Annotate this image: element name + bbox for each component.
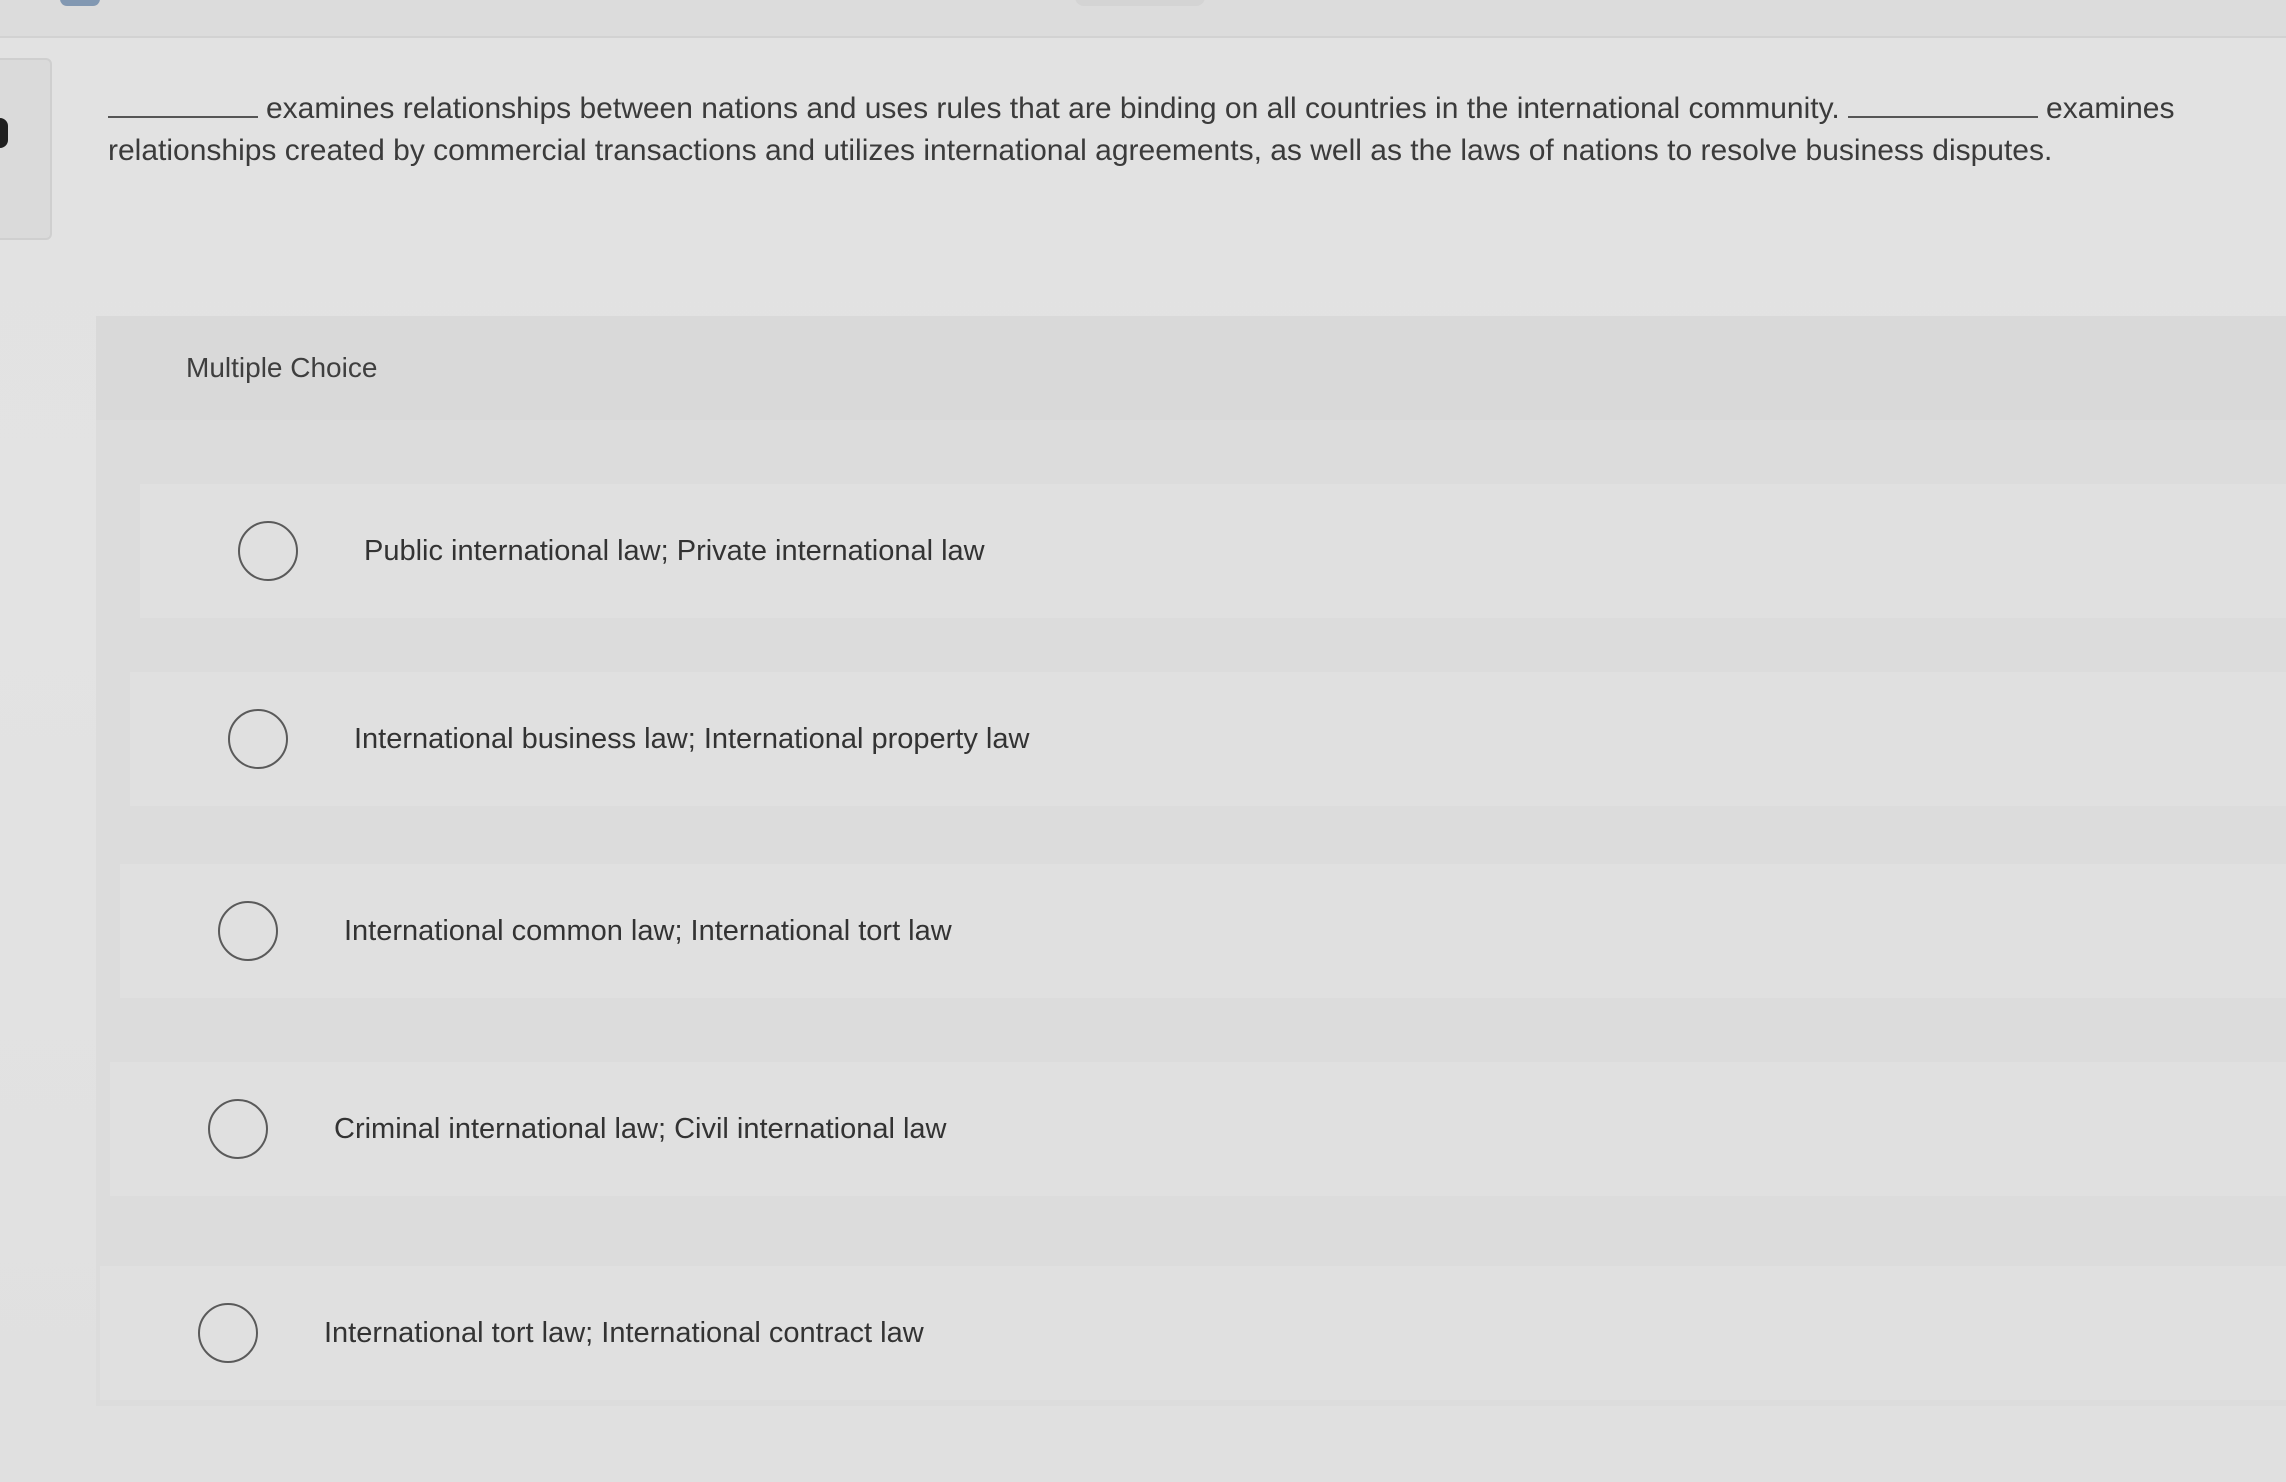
- option-1-label: Public international law; Private intern…: [364, 535, 985, 567]
- radio-button-icon[interactable]: [238, 521, 298, 581]
- side-panel-edge[interactable]: [0, 58, 52, 240]
- option-4-label: Criminal international law; Civil intern…: [334, 1113, 947, 1145]
- radio-button-icon[interactable]: [208, 1099, 268, 1159]
- option-5[interactable]: International tort law; International co…: [100, 1266, 2286, 1400]
- option-2[interactable]: International business law; Internationa…: [130, 672, 2286, 806]
- question-text: examines relationships between nations a…: [108, 88, 2248, 172]
- blank-line-1: [108, 88, 258, 118]
- radio-button-icon[interactable]: [198, 1303, 258, 1363]
- option-4[interactable]: Criminal international law; Civil intern…: [110, 1062, 2286, 1196]
- option-2-label: International business law; Internationa…: [354, 723, 1030, 755]
- multiple-choice-panel: Multiple Choice Public international law…: [96, 316, 2286, 1406]
- radio-button-icon[interactable]: [218, 901, 278, 961]
- top-indicator: [60, 0, 100, 6]
- option-1[interactable]: Public international law; Private intern…: [140, 484, 2286, 618]
- top-bar: [0, 0, 2286, 38]
- radio-button-icon[interactable]: [228, 709, 288, 769]
- panel-label: Multiple Choice: [186, 352, 378, 383]
- page: examines relationships between nations a…: [0, 0, 2286, 1482]
- option-3-label: International common law; International …: [344, 915, 952, 947]
- side-marker: [0, 118, 8, 148]
- option-5-label: International tort law; International co…: [324, 1317, 924, 1349]
- blank-line-2: [1847, 88, 2038, 118]
- top-tab[interactable]: [1075, 0, 1205, 6]
- option-3[interactable]: International common law; International …: [120, 864, 2286, 998]
- question-text-part1: examines relationships between nations a…: [266, 92, 1840, 125]
- panel-header: Multiple Choice: [96, 316, 2286, 420]
